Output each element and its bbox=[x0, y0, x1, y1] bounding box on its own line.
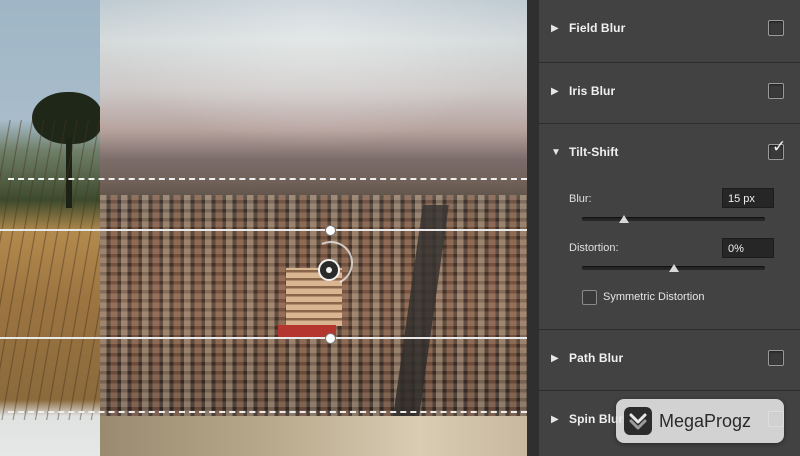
megaprogz-logo-icon bbox=[624, 407, 652, 435]
iris-blur-checkbox[interactable] bbox=[768, 83, 784, 99]
watermark-text: MegaProgz bbox=[659, 411, 752, 431]
pin-center-dot bbox=[326, 267, 332, 273]
bottom-photo-strip bbox=[100, 416, 527, 456]
blur-value-field[interactable]: 15 px bbox=[722, 188, 774, 208]
blur-tools-panel: ▶ Field Blur ▶ Iris Blur ▼ Tilt-Shift ✓ bbox=[527, 0, 800, 456]
triangle-right-icon[interactable]: ▶ bbox=[551, 354, 559, 364]
distortion-value-field[interactable]: 0% bbox=[722, 238, 774, 258]
blur-pin-icon[interactable] bbox=[318, 259, 340, 281]
blur-gallery-window: ▶ Field Blur ▶ Iris Blur ▼ Tilt-Shift ✓ bbox=[0, 0, 800, 456]
section-title: Path Blur bbox=[569, 351, 624, 365]
tilt-shift-checkbox[interactable]: ✓ bbox=[768, 139, 786, 160]
field-blur-checkbox[interactable] bbox=[768, 20, 784, 36]
symmetric-distortion-checkbox[interactable] bbox=[582, 290, 597, 305]
section-header-field-blur[interactable]: ▶ Field Blur bbox=[539, 0, 800, 60]
triangle-right-icon[interactable]: ▶ bbox=[551, 415, 559, 425]
sky-haze bbox=[100, 0, 527, 150]
symmetric-distortion-label[interactable]: Symmetric Distortion bbox=[603, 291, 704, 303]
triangle-down-icon[interactable]: ▼ bbox=[551, 148, 561, 158]
section-header-path-blur[interactable]: ▶ Path Blur bbox=[539, 330, 800, 390]
distortion-slider-thumb[interactable] bbox=[669, 264, 679, 272]
section-iris-blur: ▶ Iris Blur bbox=[539, 63, 800, 124]
city-photo bbox=[100, 0, 527, 416]
blur-transition-line-bottom[interactable] bbox=[8, 411, 527, 413]
blur-transition-line-top[interactable] bbox=[8, 178, 527, 180]
section-header-tilt-shift[interactable]: ▼ Tilt-Shift ✓ bbox=[539, 124, 800, 184]
focus-line-top[interactable] bbox=[0, 229, 527, 231]
section-tilt-shift: ▼ Tilt-Shift ✓ Blur: 15 px Distortion: 0… bbox=[539, 124, 800, 330]
distortion-slider[interactable] bbox=[582, 264, 765, 272]
focus-line-bottom[interactable] bbox=[0, 337, 527, 339]
adjacent-photo bbox=[0, 0, 100, 456]
section-field-blur: ▶ Field Blur bbox=[539, 0, 800, 63]
section-title: Iris Blur bbox=[569, 84, 616, 98]
image-canvas[interactable] bbox=[0, 0, 527, 456]
triangle-right-icon[interactable]: ▶ bbox=[551, 24, 559, 34]
distortion-label: Distortion: bbox=[569, 242, 619, 254]
watermark-badge: MegaProgz bbox=[616, 399, 784, 443]
blur-slider[interactable] bbox=[582, 215, 765, 223]
triangle-right-icon[interactable]: ▶ bbox=[551, 87, 559, 97]
section-path-blur: ▶ Path Blur bbox=[539, 330, 800, 391]
checkmark-icon: ✓ bbox=[772, 137, 787, 157]
focus-line-top-handle[interactable] bbox=[325, 225, 336, 236]
blur-label: Blur: bbox=[569, 193, 592, 205]
path-blur-checkbox[interactable] bbox=[768, 350, 784, 366]
grass-stalks bbox=[0, 120, 100, 420]
section-header-iris-blur[interactable]: ▶ Iris Blur bbox=[539, 63, 800, 123]
focus-line-bottom-handle[interactable] bbox=[325, 333, 336, 344]
blur-slider-thumb[interactable] bbox=[619, 215, 629, 223]
section-title: Field Blur bbox=[569, 21, 626, 35]
section-title: Tilt-Shift bbox=[569, 145, 619, 159]
